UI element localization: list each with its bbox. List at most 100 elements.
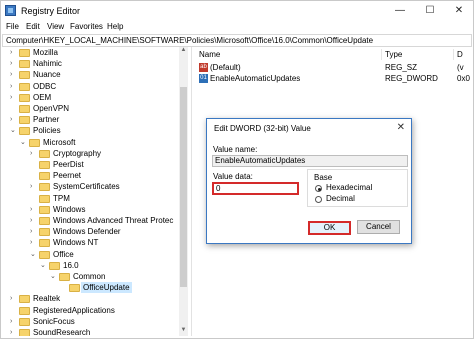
column-header-type[interactable]: Type [385, 50, 402, 59]
value-row[interactable]: 01 EnableAutomaticUpdates REG_DWORD 0x0 [195, 73, 473, 84]
value-data-label: Value data: [213, 172, 253, 181]
dialog-close-icon[interactable]: ✕ [397, 122, 405, 133]
chevron-right-icon[interactable]: › [30, 215, 38, 226]
column-separator[interactable] [453, 49, 454, 60]
tree-item-label: Windows Defender [53, 227, 121, 237]
tree-item-label: Windows NT [53, 238, 99, 248]
string-value-icon: ab [199, 63, 208, 72]
chevron-right-icon[interactable]: › [30, 237, 38, 248]
tree-item-label: Mozilla [33, 48, 58, 57]
minimize-button[interactable]: — [385, 1, 415, 21]
value-name: (Default) [210, 63, 241, 72]
tree-item-label: OfficeUpdate [81, 282, 132, 294]
chevron-right-icon[interactable]: › [10, 92, 18, 103]
folder-icon [39, 217, 50, 225]
tree-item-label: Peernet [53, 171, 82, 181]
menu-help[interactable]: Help [107, 22, 123, 31]
folder-icon [19, 317, 30, 326]
registry-editor-icon [5, 5, 16, 16]
tree-item-label: Partner [33, 115, 60, 125]
hexadecimal-radio[interactable] [315, 185, 322, 192]
ok-button[interactable]: OK [308, 221, 351, 235]
chevron-right-icon[interactable]: › [10, 114, 18, 125]
chevron-right-icon[interactable]: › [10, 58, 18, 69]
menu-edit[interactable]: Edit [26, 22, 40, 31]
chevron-right-icon[interactable]: › [10, 293, 18, 304]
scroll-down-icon[interactable]: ▼ [179, 327, 188, 336]
edit-dword-dialog: Edit DWORD (32-bit) Value ✕ Value name: … [206, 118, 412, 244]
value-row[interactable]: ab (Default) REG_SZ (v [195, 62, 473, 73]
column-header-data[interactable]: D [457, 50, 463, 59]
value-data-input[interactable]: 0 [212, 182, 299, 195]
folder-icon [39, 228, 50, 237]
menu-bar: File Edit View Favorites Help [1, 21, 473, 34]
chevron-down-icon[interactable]: ⌄ [40, 260, 48, 271]
maximize-button[interactable]: ☐ [415, 1, 445, 21]
folder-icon [19, 82, 30, 91]
folder-icon [39, 149, 50, 158]
folder-icon [39, 205, 50, 214]
registry-key-tree[interactable]: › Mozilla › Nahimic › Nuance › ODBC › OEM OpenVPN ›… [2, 47, 189, 336]
tree-item-label: SystemCertificates [53, 182, 120, 192]
title-bar[interactable]: Registry Editor — ☐ ✕ [1, 1, 473, 21]
chevron-right-icon[interactable]: › [30, 226, 38, 237]
folder-icon [19, 295, 30, 304]
chevron-right-icon[interactable]: › [10, 69, 18, 80]
folder-icon [39, 194, 50, 203]
chevron-down-icon[interactable]: ⌄ [50, 271, 58, 282]
chevron-down-icon[interactable]: ⌄ [10, 125, 18, 136]
hexadecimal-label[interactable]: Hexadecimal [326, 183, 372, 192]
decimal-label[interactable]: Decimal [326, 194, 355, 203]
address-bar[interactable]: Computer\HKEY_LOCAL_MACHINE\SOFTWARE\Pol… [2, 34, 472, 47]
folder-icon [19, 71, 30, 80]
folder-icon [19, 93, 30, 102]
value-name-field: EnableAutomaticUpdates [212, 155, 408, 167]
menu-favorites[interactable]: Favorites [70, 22, 103, 31]
scrollbar-thumb[interactable] [180, 87, 187, 287]
value-data: (v [457, 63, 464, 72]
column-separator[interactable] [381, 49, 382, 60]
tree-item-label: Cryptography [53, 148, 102, 158]
tree-item-label: Nahimic [33, 59, 62, 69]
folder-icon [59, 273, 70, 281]
decimal-radio[interactable] [315, 196, 322, 203]
tree-item-label: Nuance [33, 70, 61, 80]
value-name: EnableAutomaticUpdates [210, 74, 301, 83]
tree-item-label: TPM [53, 193, 70, 203]
chevron-right-icon[interactable]: › [30, 204, 38, 215]
window-title: Registry Editor [21, 6, 81, 16]
chevron-down-icon[interactable]: ⌄ [30, 249, 38, 260]
close-button[interactable]: ✕ [444, 1, 474, 21]
tree-vertical-scrollbar[interactable]: ▲ ▼ [179, 47, 188, 336]
dialog-title: Edit DWORD (32-bit) Value [214, 124, 311, 133]
chevron-right-icon[interactable]: › [10, 316, 18, 327]
tree-item-label: Windows Advanced Threat Protec [53, 216, 174, 225]
folder-icon [19, 306, 30, 315]
chevron-right-icon[interactable]: › [10, 47, 18, 58]
menu-file[interactable]: File [6, 22, 19, 31]
folder-icon [69, 284, 80, 293]
tree-item-label: ODBC [33, 81, 57, 91]
chevron-right-icon[interactable]: › [30, 181, 38, 192]
tree-item-label: Policies [33, 126, 61, 136]
chevron-right-icon[interactable]: › [10, 81, 18, 92]
value-type: REG_DWORD [385, 74, 438, 83]
folder-icon [19, 116, 30, 125]
scroll-up-icon[interactable]: ▲ [179, 47, 188, 56]
registry-editor-window: Registry Editor — ☐ ✕ File Edit View Fav… [0, 0, 474, 339]
folder-icon [19, 60, 30, 69]
column-header-name[interactable]: Name [199, 50, 220, 59]
tree-item-label: SoundResearch [33, 328, 91, 336]
value-name-label: Value name: [213, 145, 258, 154]
tree-item-label: PeerDist [53, 160, 84, 169]
chevron-down-icon[interactable]: ⌄ [20, 137, 28, 148]
folder-icon [39, 183, 50, 192]
dword-value-icon: 01 [199, 74, 208, 83]
chevron-right-icon[interactable]: › [10, 327, 18, 336]
folder-icon [19, 329, 30, 336]
folder-icon [19, 105, 30, 113]
tree-item-label: OpenVPN [33, 104, 70, 113]
menu-view[interactable]: View [47, 22, 64, 31]
chevron-right-icon[interactable]: › [30, 148, 38, 159]
cancel-button[interactable]: Cancel [357, 220, 400, 234]
